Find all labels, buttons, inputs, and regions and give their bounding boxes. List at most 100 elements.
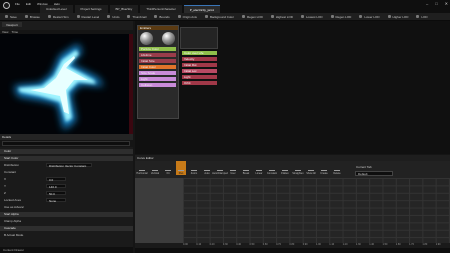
toolbar-button-5[interactable]: Thumbnail — [124, 14, 149, 20]
curve-tool-label: Fit — [166, 172, 170, 175]
toolbar-button-1[interactable]: Browse — [22, 14, 43, 20]
toolbar-button-10[interactable]: Highest LOD — [268, 14, 296, 20]
tab-details[interactable]: Details — [2, 135, 11, 139]
unreal-logo-icon[interactable] — [3, 2, 10, 9]
curve-tool-fit[interactable]: Fit — [163, 161, 173, 175]
curve-graph-grid[interactable] — [183, 178, 450, 243]
toolbar-label: Restart Level — [81, 14, 100, 19]
curve-tool-horizontal[interactable]: Horizontal — [136, 161, 148, 175]
emitter-pin[interactable]: Collision — [139, 83, 176, 87]
toolbar-button-3[interactable]: Restart Level — [74, 14, 103, 20]
emitter-pin[interactable]: Initial Color — [139, 65, 176, 69]
content-drawer-bar: Content Drawer — [0, 247, 133, 253]
details-value-field[interactable]: Distribution Vector Constant — [46, 163, 92, 168]
curve-tool-auto[interactable]: Auto — [202, 161, 212, 175]
current-tab-dropdown[interactable]: Default — [355, 171, 393, 176]
close-icon[interactable]: ✕ — [445, 1, 448, 6]
module-pin[interactable]: Orbit — [182, 81, 217, 85]
curve-tool-delete[interactable]: Delete — [332, 161, 342, 175]
curve-tool-show-all[interactable]: Show All — [306, 161, 316, 175]
toolbar-button-9[interactable]: Regen LOD — [239, 14, 266, 20]
module-pin[interactable]: Initial Loc — [182, 69, 217, 73]
toolbar-button-8[interactable]: Background Color — [202, 14, 237, 20]
curve-tool-constant[interactable]: Constant — [267, 161, 277, 175]
details-row[interactable]: Locked Axes None — [0, 198, 133, 203]
details-row[interactable]: Clamp Alpha — [0, 219, 133, 224]
emitter-pin[interactable]: Initial Size — [139, 59, 176, 63]
curve-tool-straighten[interactable]: Straighten — [292, 161, 304, 175]
ruler-tick-label: 1.40 — [369, 243, 375, 246]
curve-tool-icon — [191, 166, 197, 171]
particle-viewport[interactable] — [0, 34, 133, 134]
module-pin[interactable]: Initial Rot — [182, 63, 217, 67]
details-row[interactable]: B Actual Mode — [0, 233, 133, 238]
toolbar-label: Restart Sim — [52, 14, 69, 19]
curve-track-list[interactable] — [135, 178, 183, 243]
details-row[interactable]: Z 50.0 — [0, 191, 133, 196]
toolbar-button-7[interactable]: Origin Axis — [175, 14, 200, 20]
toolbar-button-11[interactable]: Lowest LOD — [298, 14, 326, 20]
curve-tool-flatten[interactable]: Flatten — [280, 161, 290, 175]
maximize-icon[interactable]: □ — [435, 1, 437, 6]
tab-bp-bluesky[interactable]: BP_BlueSky — [109, 5, 139, 13]
menu-edit[interactable]: Edit — [26, 2, 31, 7]
tab-third-person[interactable]: ThirdPersonCharacter — [140, 5, 182, 13]
toolbar-button-2[interactable]: Restart Sim — [45, 14, 72, 20]
curve-tool-break[interactable]: Break — [241, 161, 251, 175]
toolbar-icon — [5, 15, 8, 18]
details-row[interactable]: Constant — [0, 170, 133, 175]
tab-project-settings[interactable]: Project Settings — [74, 5, 108, 13]
emitter-pin[interactable]: Light — [139, 77, 176, 81]
module-pin[interactable]: Light — [182, 75, 217, 79]
curve-tool-linear[interactable]: Linear — [254, 161, 264, 175]
secondary-emitter-node[interactable] — [180, 27, 218, 49]
ruler-tick-label: 1.90 — [435, 243, 441, 246]
emitter-pin[interactable]: Size Scale — [139, 71, 176, 75]
module-pin[interactable]: Color over Life — [182, 51, 217, 55]
toolbar-button-13[interactable]: Lower LOD — [356, 14, 382, 20]
details-row[interactable]: X 0.0 — [0, 177, 133, 182]
details-row-label: Distribution — [4, 163, 20, 167]
curve-tool-user[interactable]: User — [228, 161, 238, 175]
emitter-pin[interactable]: Particle Color — [139, 47, 176, 51]
details-category[interactable]: Start Color — [0, 156, 133, 161]
details-search-input[interactable] — [2, 141, 130, 146]
curve-tool-label: Auto/Clamped — [212, 172, 228, 175]
tab-particle-system[interactable]: P_electricity_jam1 — [183, 5, 221, 13]
curve-tool-label: Horizontal — [136, 172, 148, 175]
minimize-icon[interactable]: – — [426, 1, 428, 6]
content-drawer-button[interactable]: Content Drawer — [3, 248, 24, 252]
toolbar-button-6[interactable]: Bounds — [151, 14, 172, 20]
details-value-field[interactable]: 0.0 — [46, 177, 66, 182]
curve-tool-pan[interactable]: Pan — [176, 161, 186, 175]
details-value-field[interactable]: 140.0 — [46, 184, 66, 189]
tab-curve-editor[interactable]: Curve Editor — [137, 156, 154, 160]
details-category[interactable]: Start Alpha — [0, 212, 133, 217]
menu-file[interactable]: File — [15, 2, 20, 7]
details-header — [0, 134, 133, 140]
details-value-field[interactable]: None — [46, 198, 66, 203]
curve-tool-icon — [321, 166, 327, 171]
toolbar-button-15[interactable]: LOD — [413, 14, 430, 20]
curve-tool-zoom[interactable]: Zoom — [189, 161, 199, 175]
curve-tool-vertical[interactable]: Vertical — [150, 161, 160, 175]
details-row[interactable]: Use as Advanc — [0, 205, 133, 210]
curve-tool-create[interactable]: Create — [319, 161, 329, 175]
details-row[interactable]: Y 140.0 — [0, 184, 133, 189]
emitter-pin[interactable]: Lifetime — [139, 53, 176, 57]
toolbar-button-14[interactable]: Higher LOD — [385, 14, 412, 20]
toolbar-button-12[interactable]: Regen LOD — [328, 14, 355, 20]
details-category[interactable]: Color — [0, 149, 133, 154]
tab-viewport[interactable]: Viewport — [2, 22, 22, 27]
details-value-field[interactable]: 50.0 — [46, 191, 66, 196]
ruler-tick-label: 0.10 — [196, 243, 202, 246]
curve-tool-auto-clamped[interactable]: Auto/Clamped — [212, 161, 228, 175]
toolbar-button-4[interactable]: Undo — [104, 14, 122, 20]
curve-tool-icon — [139, 166, 145, 171]
details-row[interactable]: Distribution Distribution Vector Constant — [0, 163, 133, 168]
module-pin[interactable]: Velocity — [182, 57, 217, 61]
toolbar-label: Lowest LOD — [305, 14, 323, 19]
tab-level[interactable]: Unlocked Level — [40, 5, 73, 13]
details-category[interactable]: Cascade — [0, 226, 133, 231]
toolbar-button-0[interactable]: Save — [2, 14, 20, 20]
